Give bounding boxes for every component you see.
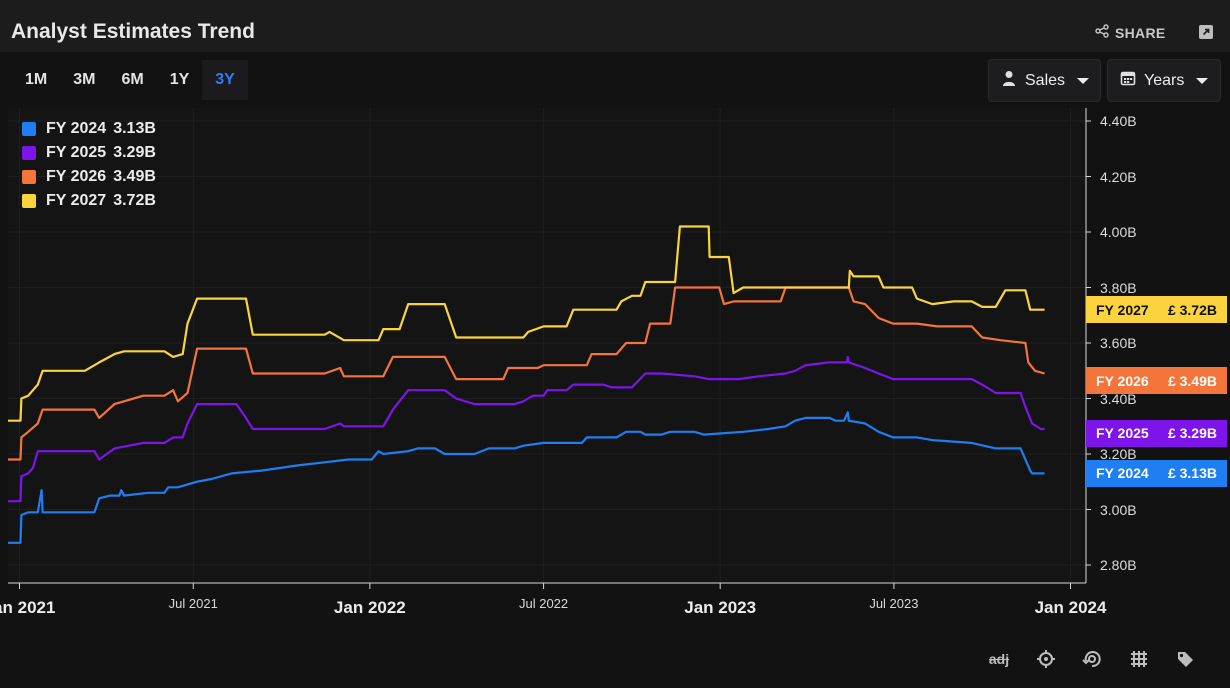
y-tick-label: 2.80B — [1100, 557, 1137, 573]
y-tick-label: 3.80B — [1100, 279, 1137, 296]
y-tick-label: 3.60B — [1100, 335, 1137, 351]
series-line-fy-2024[interactable] — [8, 411, 1045, 544]
price-tag-series: FY 2024 — [1096, 465, 1149, 482]
price-tag-fy-2025: FY 2025 £ 3.29B — [1086, 419, 1227, 447]
chart-legend: FY 2024 3.13B FY 2025 3.29B FY 2026 3.49… — [22, 117, 156, 213]
price-tag-value: £ 3.72B — [1167, 301, 1217, 318]
price-tag-value: £ 3.49B — [1167, 372, 1217, 389]
legend-series-value: 3.29B — [113, 144, 156, 161]
x-tick-label: Jul 2023 — [869, 596, 919, 611]
adjusted-toggle[interactable]: adj — [984, 648, 1014, 670]
legend-swatch — [22, 194, 36, 208]
series-line-fy-2026[interactable] — [8, 286, 1045, 461]
price-tag-series: FY 2026 — [1096, 372, 1149, 389]
legend-item-fy2025[interactable]: FY 2025 3.29B — [22, 141, 156, 165]
price-tag-series: FY 2025 — [1096, 425, 1149, 442]
price-tag-value: £ 3.13B — [1167, 465, 1217, 482]
legend-item-fy2027[interactable]: FY 2027 3.72B — [22, 189, 156, 213]
legend-series-name: FY 2026 — [46, 168, 107, 185]
x-tick-label: Jul 2021 — [168, 596, 218, 611]
x-tick-label: Jan 2021 — [0, 598, 56, 617]
legend-swatch — [22, 122, 36, 136]
y-tick-label: 3.00B — [1100, 501, 1137, 518]
tags-icon[interactable] — [1175, 648, 1197, 670]
crosshair-icon[interactable] — [1035, 648, 1057, 670]
grid-icon[interactable] — [1128, 648, 1150, 670]
series-line-fy-2027[interactable] — [8, 225, 1045, 422]
y-tick-label: 4.20B — [1100, 168, 1137, 185]
price-tag-series: FY 2027 — [1096, 301, 1149, 318]
price-tag-fy-2026: FY 2026 £ 3.49B — [1086, 367, 1227, 395]
legend-series-name: FY 2025 — [46, 144, 107, 161]
y-tick-label: 4.40B — [1100, 113, 1137, 129]
price-tag-fy-2027: FY 2027 £ 3.72B — [1086, 296, 1227, 324]
y-tick-label: 4.00B — [1100, 224, 1137, 240]
legend-swatch — [22, 146, 36, 160]
legend-item-fy2024[interactable]: FY 2024 3.13B — [22, 117, 156, 141]
x-tick-label: Jan 2024 — [1034, 598, 1107, 617]
line-chart — [8, 108, 1091, 589]
legend-series-name: FY 2024 — [46, 120, 107, 137]
legend-series-name: FY 2027 — [46, 192, 107, 209]
x-tick-label: Jan 2022 — [333, 598, 406, 617]
legend-series-value: 3.49B — [113, 168, 156, 185]
series-line-fy-2025[interactable] — [8, 355, 1045, 503]
price-tag-value: £ 3.29B — [1167, 425, 1217, 442]
reset-zoom-icon[interactable] — [1081, 648, 1103, 670]
legend-series-value: 3.72B — [113, 192, 156, 209]
price-tag-fy-2024: FY 2024 £ 3.13B — [1086, 459, 1227, 487]
legend-item-fy2026[interactable]: FY 2026 3.49B — [22, 165, 156, 189]
x-tick-label: Jan 2023 — [684, 598, 757, 617]
legend-swatch — [22, 170, 36, 184]
x-tick-label: Jul 2022 — [518, 596, 569, 611]
legend-series-value: 3.13B — [113, 120, 156, 137]
